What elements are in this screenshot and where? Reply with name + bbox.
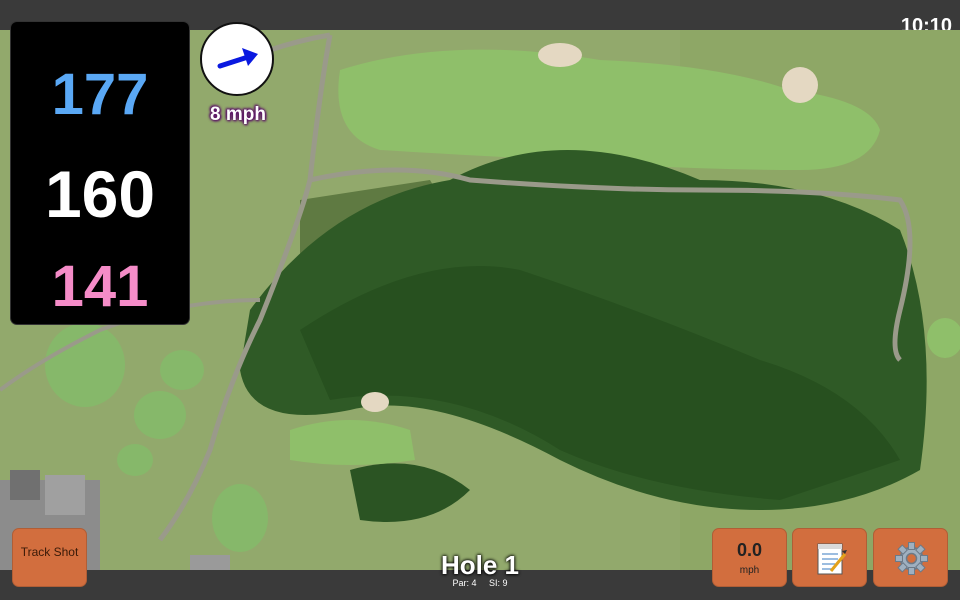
- hole-si: SI: 9: [489, 578, 508, 588]
- distance-panel: 177 160 141: [11, 22, 189, 324]
- hole-info: Par: 4 SI: 9: [0, 578, 960, 588]
- distance-back: 177: [51, 62, 149, 127]
- wind-arrow-icon: [217, 48, 258, 69]
- hole-title: Hole 1: [440, 550, 520, 580]
- wind-indicator: [200, 22, 274, 96]
- wind-speed-label: 8 mph: [210, 104, 266, 125]
- distance-middle: 160: [44, 157, 156, 231]
- hole-par: Par: 4: [452, 578, 477, 588]
- distance-front: 141: [51, 254, 149, 319]
